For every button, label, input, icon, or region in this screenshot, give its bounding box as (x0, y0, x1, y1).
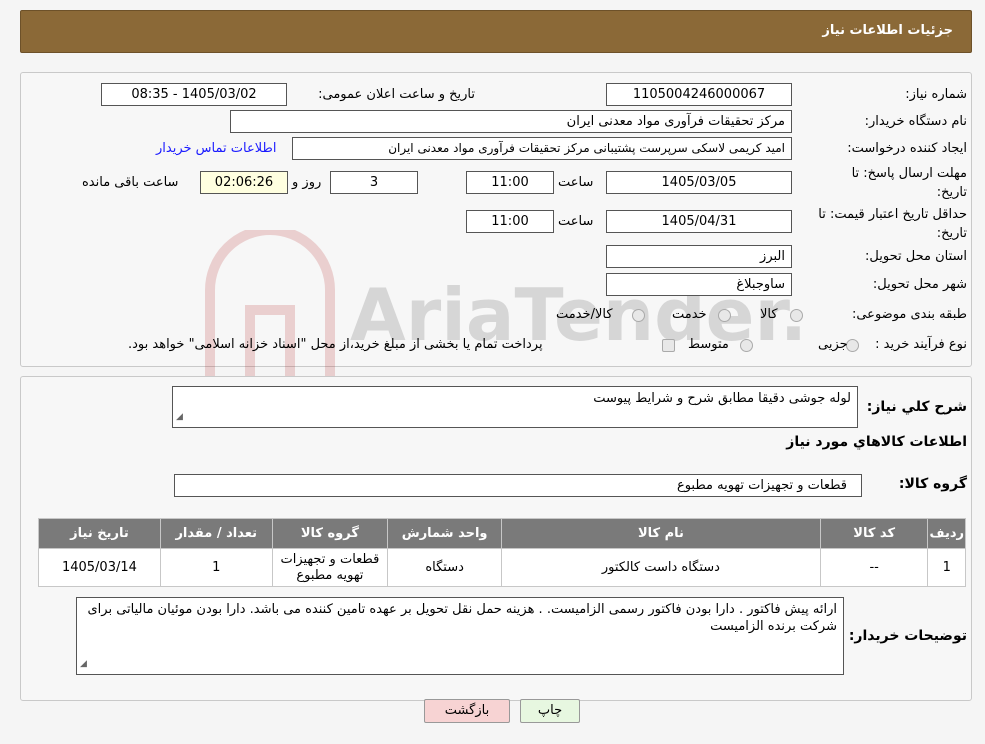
cell-row-number: 1 (927, 548, 966, 587)
deadline-label: مهلت ارسال پاسخ: تا تاریخ: (851, 166, 967, 200)
cell-goods-name: دستگاه داست کالکتور (501, 548, 821, 587)
province-field: البرز (606, 245, 792, 268)
process-option-small: جزیی (818, 337, 848, 352)
city-label: شهر محل تحویل: (872, 277, 967, 292)
category-label: طبقه بندی موضوعی: (851, 307, 967, 322)
creator-field: امید کریمی لاسکی سرپرست پشتیبانی مرکز تح… (292, 137, 792, 160)
creator-label: ایجاد کننده درخواست: (847, 141, 967, 156)
city-field: ساوجبلاغ (606, 273, 792, 296)
cell-goods-group: قطعات و تجهیزات تهویه مطبوع (271, 548, 389, 587)
buyer-notes-field: ارائه پیش فاکتور . دارا بودن فاکتور رسمی… (76, 597, 844, 675)
table-row: 1 -- دستگاه داست کالکتور دستگاه قطعات و … (38, 548, 966, 587)
days-label: روز و (292, 175, 322, 190)
process-label: نوع فرآیند خرید : (875, 337, 967, 352)
page-title: جزئیات اطلاعات نیاز (822, 23, 953, 38)
cell-quantity: 1 (159, 548, 273, 587)
buyer-notes-label: توضیحات خریدار: (848, 628, 967, 644)
process-option-medium: متوسط (688, 337, 729, 352)
page-header: جزئیات اطلاعات نیاز (20, 10, 972, 53)
process-radio-small[interactable] (846, 339, 859, 352)
category-option-goods-service: کالا/خدمت (556, 307, 613, 322)
buyer-contact-link[interactable]: اطلاعات تماس خریدار (156, 141, 276, 156)
category-option-goods: کالا (760, 307, 778, 322)
announce-datetime-label: تاریخ و ساعت اعلان عمومی: (318, 87, 475, 102)
goods-group-label: گروه کالا: (898, 476, 967, 492)
col-quantity: تعداد / مقدار (159, 518, 273, 549)
col-unit: واحد شمارش (387, 518, 502, 549)
process-radio-medium[interactable] (740, 339, 753, 352)
col-row-number: رديف (927, 518, 966, 549)
goods-section-title: اطلاعات کالاهاي مورد نياز (786, 434, 967, 450)
summary-field: لوله جوشی دقیقا مطابق شرح و شرایط پیوست … (172, 386, 858, 428)
price-validity-label: حداقل تاریخ اعتبار قیمت: تا تاریخ: (818, 207, 967, 241)
announce-datetime-field: 1405/03/02 - 08:35 (101, 83, 287, 106)
print-button[interactable]: چاپ (520, 699, 580, 723)
need-number-label: شماره نیاز: (905, 87, 967, 102)
price-validity-time-label: ساعت (558, 214, 594, 229)
deadline-date-field: 1405/03/05 (606, 171, 792, 194)
cell-unit: دستگاه (387, 548, 502, 587)
buyer-notes-text: ارائه پیش فاکتور . دارا بودن فاکتور رسمی… (87, 602, 837, 634)
process-checkbox-treasury[interactable] (662, 339, 675, 352)
deadline-time-field: 11:00 (466, 171, 554, 194)
category-radio-service[interactable] (718, 309, 731, 322)
category-option-service: خدمت (672, 307, 707, 322)
summary-text: لوله جوشی دقیقا مطابق شرح و شرایط پیوست (593, 391, 851, 406)
back-button[interactable]: بازگشت (424, 699, 510, 723)
province-label: استان محل تحویل: (865, 249, 967, 264)
category-radio-goods[interactable] (790, 309, 803, 322)
col-goods-group: گروه کالا (271, 518, 389, 549)
table-header-row: رديف کد کالا نام کالا واحد شمارش گروه کا… (38, 518, 966, 549)
cell-need-date: 1405/03/14 (38, 548, 161, 587)
col-need-date: تاريخ نياز (38, 518, 161, 549)
goods-group-field: قطعات و تجهیزات تهویه مطبوع (174, 474, 862, 497)
resize-grip-icon[interactable]: ◢ (80, 656, 87, 673)
col-goods-name: نام کالا (501, 518, 821, 549)
category-radio-goods-service[interactable] (632, 309, 645, 322)
price-validity-time-field: 11:00 (466, 210, 554, 233)
cell-goods-code: -- (819, 548, 929, 587)
price-validity-date-field: 1405/04/31 (606, 210, 792, 233)
need-number-field: 1105004246000067 (606, 83, 792, 106)
deadline-time-label: ساعت (558, 175, 594, 190)
process-treasury-note: پرداخت تمام یا بخشی از مبلغ خرید،از محل … (128, 337, 543, 352)
buyer-org-field: مرکز تحقیقات فرآوری مواد معدنی ایران (230, 110, 792, 133)
days-field: 3 (330, 171, 418, 194)
summary-label: شرح کلي نياز: (866, 399, 967, 415)
resize-grip-icon[interactable]: ◢ (176, 409, 183, 426)
goods-table: رديف کد کالا نام کالا واحد شمارش گروه کا… (38, 518, 966, 587)
remaining-time-label: ساعت باقی مانده (82, 175, 179, 190)
remaining-time-field: 02:06:26 (200, 171, 288, 194)
col-goods-code: کد کالا (819, 518, 929, 549)
buyer-org-label: نام دستگاه خریدار: (864, 114, 967, 129)
